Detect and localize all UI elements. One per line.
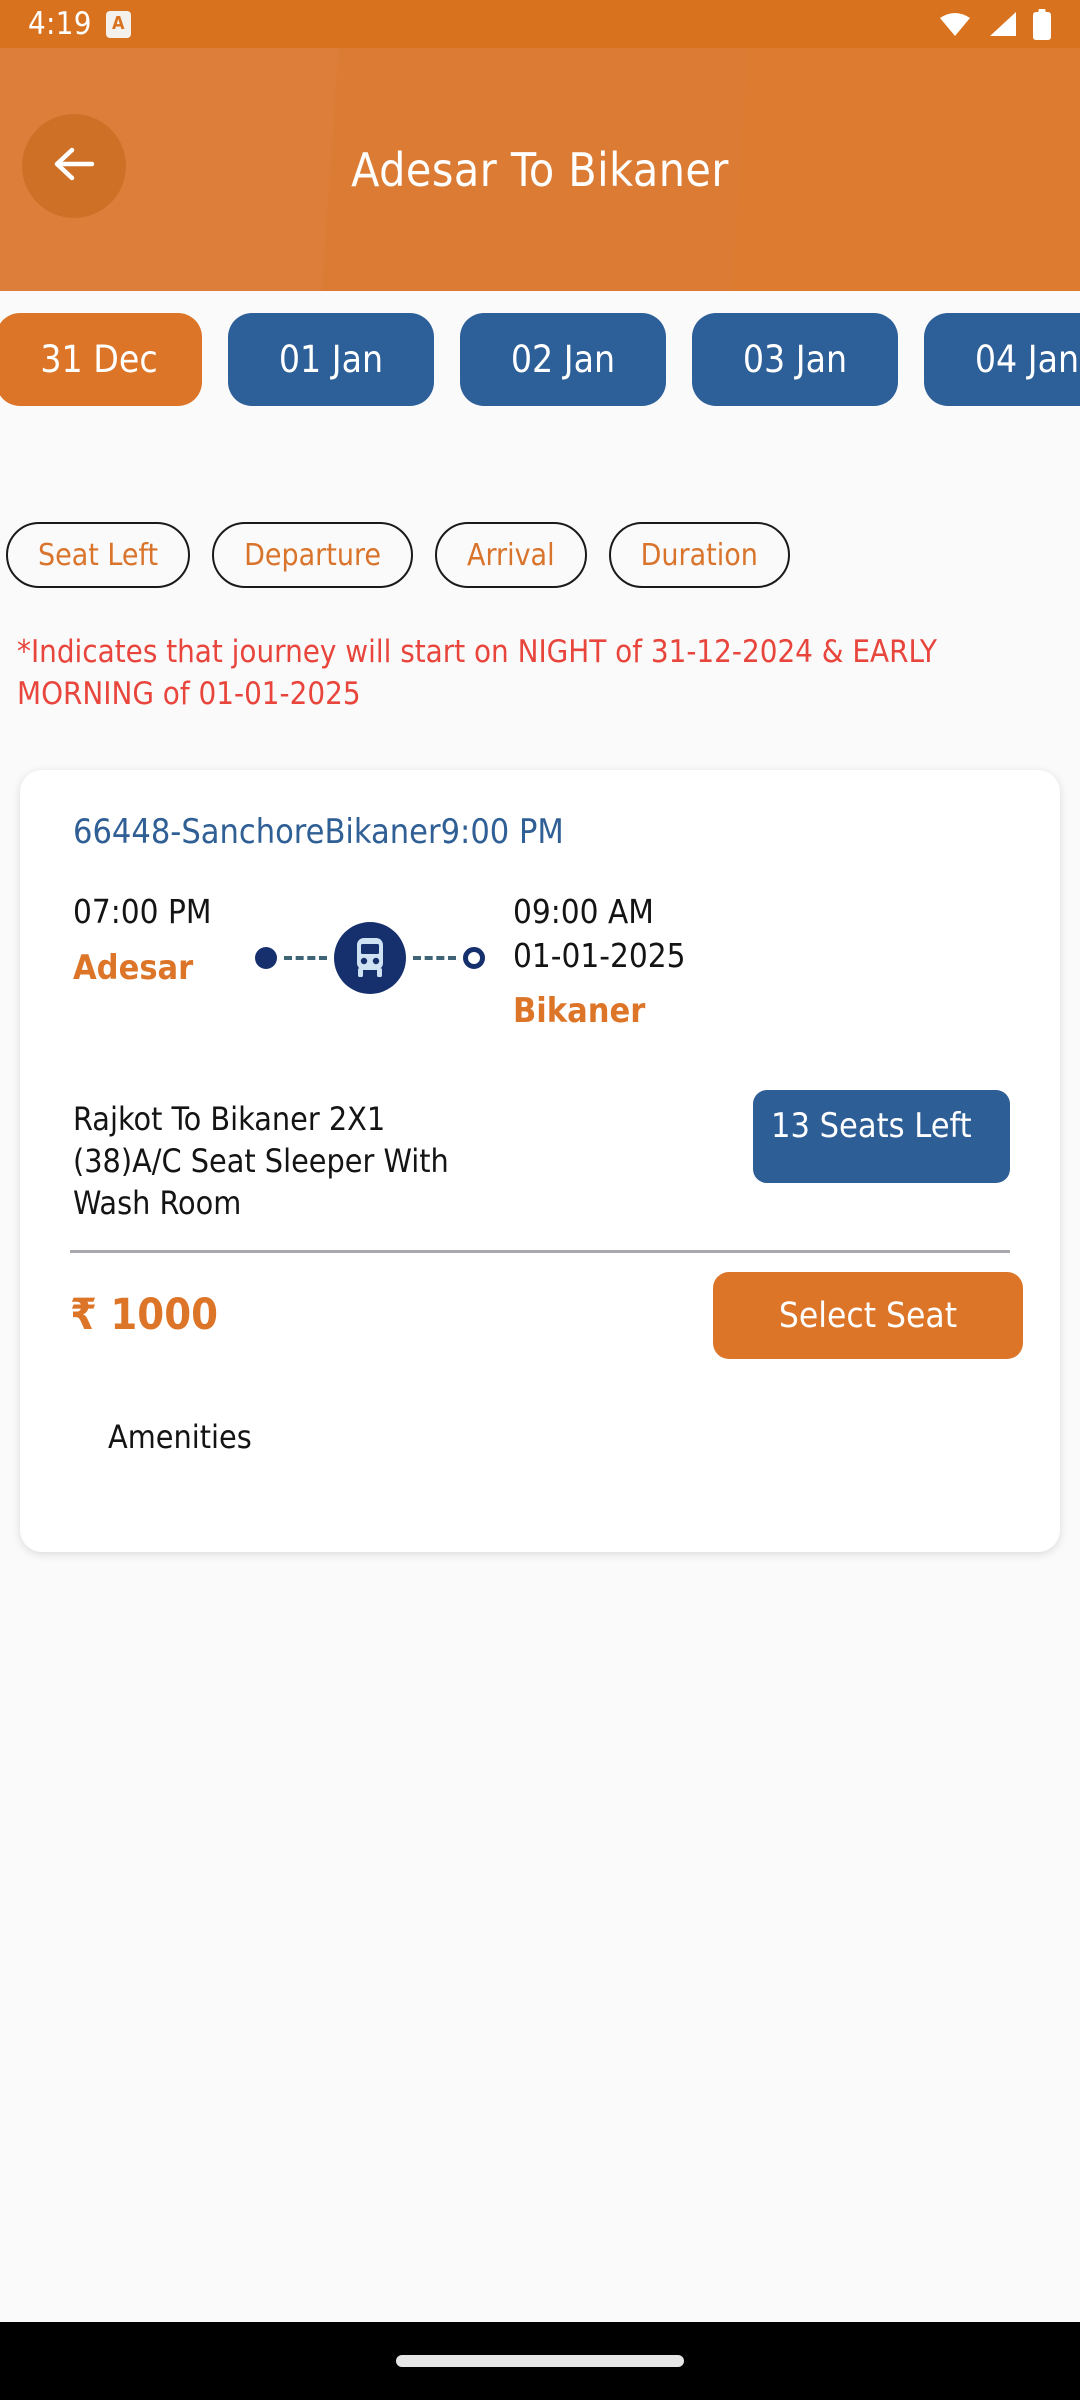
arrival-block: 09:00 AM 01-01-2025 Bikaner [513,890,686,1031]
date-chip-03-jan[interactable]: 03 Jan [692,313,898,406]
departure-city: Adesar [73,947,194,988]
back-button[interactable] [22,114,126,218]
bus-card-content: 66448-SanchoreBikaner9:00 PM 07:00 PM Ad… [20,770,1060,1542]
status-bar: 4:19 A [0,0,1080,48]
arrival-time: 09:00 AM [513,892,654,931]
bus-result-card[interactable]: 66448-SanchoreBikaner9:00 PM 07:00 PM Ad… [20,770,1060,1552]
filter-chip-departure[interactable]: Departure [212,522,413,588]
filter-chip-arrival[interactable]: Arrival [434,522,587,588]
date-chip-01-jan[interactable]: 01 Jan [228,313,434,406]
system-navigation-bar [0,2322,1080,2400]
select-seat-button[interactable]: Select Seat [713,1272,1023,1359]
date-chip-04-jan[interactable]: 04 Jan [924,313,1080,406]
bus-description: Rajkot To Bikaner 2X1 (38)A/C Seat Sleep… [73,1100,449,1223]
arrival-date: 01-01-2025 [513,935,686,975]
destination-dot-icon [463,947,485,969]
app-screen: 4:19 A Adesar To Bikaner 31 Dec 01 Jan 0… [0,0,1080,2400]
arrival-city: Bikaner [513,991,646,1032]
battery-icon [1032,8,1052,40]
route-dash-left [284,956,327,960]
status-bar-clock: 4:19 [28,6,92,42]
route-progress-indicator [255,922,485,994]
origin-dot-icon [255,947,277,969]
page-title: Adesar To Bikaner [351,142,729,197]
ticket-price: ₹ 1000 [70,1290,219,1340]
date-chip-31-dec[interactable]: 31 Dec [0,313,202,406]
date-chip-list[interactable]: 31 Dec 01 Jan 02 Jan 03 Jan 04 Jan [0,302,1080,417]
route-dash-right [413,956,456,960]
app-bar: Adesar To Bikaner [0,48,1080,291]
signal-icon [986,10,1018,38]
arrow-left-icon [48,138,100,194]
filter-chip-seat-left[interactable]: Seat Left [6,522,191,588]
status-bar-left: 4:19 A [28,6,131,42]
notification-app-icon: A [105,10,131,38]
journey-night-note: *Indicates that journey will start on NI… [17,634,937,712]
filter-chip-duration[interactable]: Duration [608,522,790,588]
seats-left-badge: 13 Seats Left [753,1090,1010,1183]
card-divider [70,1250,1010,1253]
wifi-icon [938,10,972,38]
status-bar-right [938,8,1052,40]
departure-block: 07:00 PM Adesar [73,890,212,988]
departure-time: 07:00 PM [73,892,212,931]
amenities-label[interactable]: Amenities [108,1418,252,1456]
journey-leg-row: 07:00 PM Adesar 09:00 AM 01-01-2025 Bika… [20,890,1060,1040]
gesture-home-handle[interactable] [396,2355,684,2367]
bus-icon [334,922,406,994]
bus-number-label: 66448-SanchoreBikaner9:00 PM [73,812,564,852]
date-chip-02-jan[interactable]: 02 Jan [460,313,666,406]
filter-chip-list[interactable]: Seat Left Departure Arrival Duration [6,515,1080,595]
